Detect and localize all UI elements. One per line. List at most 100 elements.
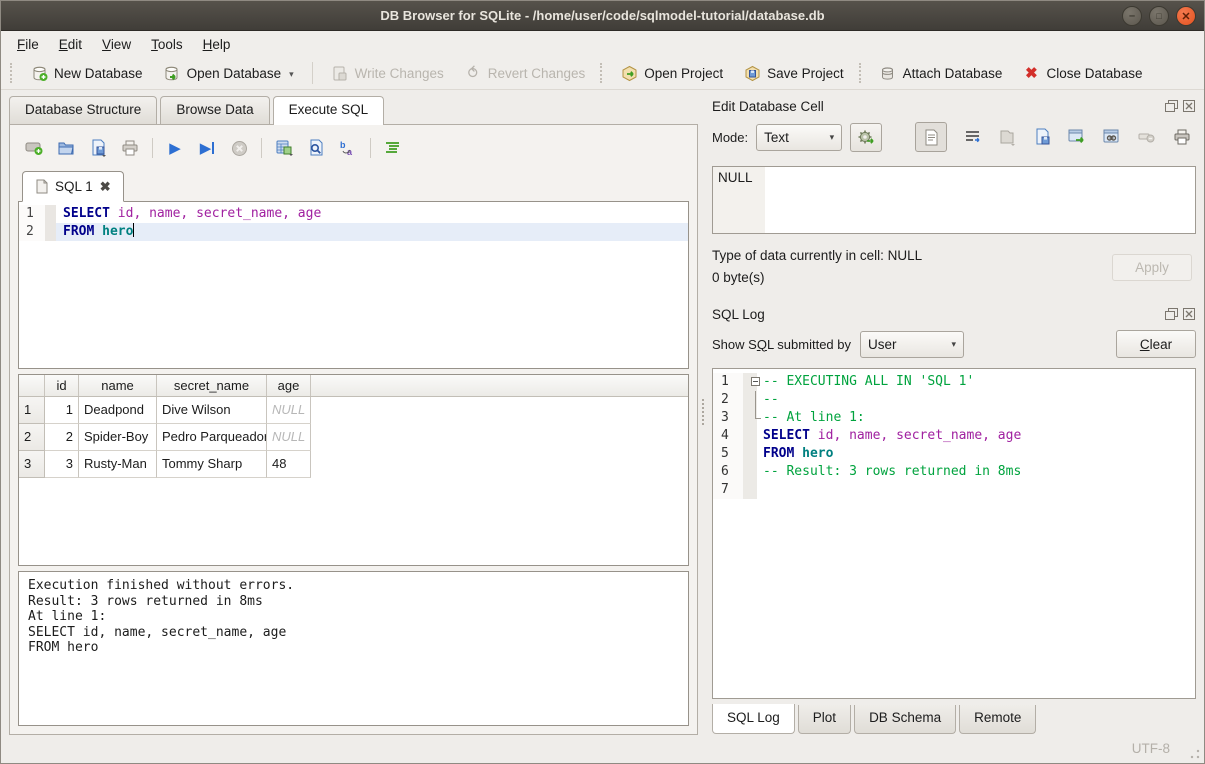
cell-secret-name[interactable]: Tommy Sharp [157, 451, 267, 478]
mode-select[interactable]: Text ▾ [756, 124, 842, 151]
menu-help[interactable]: Help [193, 34, 241, 55]
maximize-button[interactable]: □ [1149, 6, 1169, 26]
cell-age[interactable]: NULL [267, 424, 311, 451]
app-window: { "window": { "title": "DB Browser for S… [0, 0, 1205, 764]
clear-log-button[interactable]: Clear [1116, 330, 1196, 358]
header-name[interactable]: name [79, 375, 157, 396]
toolbar-drag-handle[interactable] [600, 63, 605, 83]
cell-secret-name[interactable]: Pedro Parqueador [157, 424, 267, 451]
print-sql-icon[interactable] [120, 138, 140, 158]
line-number: 2 [19, 223, 45, 241]
corner-header-cell[interactable] [19, 375, 45, 396]
row-number[interactable]: 3 [19, 451, 45, 478]
close-button[interactable]: ✕ [1176, 6, 1196, 26]
row-number[interactable]: 1 [19, 397, 45, 424]
project-open-icon [620, 64, 638, 82]
tab-remote[interactable]: Remote [959, 705, 1036, 734]
menubar: File Edit View Tools Help [1, 31, 1204, 57]
editor-line-current: 2 FROM hero [19, 223, 688, 241]
auto-apply-button[interactable] [850, 123, 882, 152]
execute-all-icon[interactable]: ▶ [165, 138, 185, 158]
find-icon[interactable] [306, 138, 326, 158]
cell-id[interactable]: 1 [45, 397, 79, 424]
left-pane: Database Structure Browse Data Execute S… [1, 90, 698, 734]
splitter-handle-icon [702, 399, 705, 425]
header-id[interactable]: id [45, 375, 79, 396]
format-sql-icon[interactable] [383, 138, 403, 158]
sql-document-icon [35, 179, 48, 194]
float-panel-icon[interactable] [1164, 308, 1178, 321]
main-toolbar: New Database Open Database ▾ Write Chang… [1, 57, 1204, 90]
tab-plot[interactable]: Plot [798, 705, 851, 734]
tab-browse-data[interactable]: Browse Data [160, 96, 269, 124]
close-sql-tab-icon[interactable]: ✖ [100, 179, 111, 195]
header-secret-name[interactable]: secret_name [157, 375, 267, 396]
word-wrap-icon[interactable] [962, 127, 982, 147]
close-panel-icon[interactable] [1182, 100, 1196, 113]
cell-value-editor[interactable]: NULL [712, 166, 1196, 234]
cell-id[interactable]: 2 [45, 424, 79, 451]
tab-database-structure[interactable]: Database Structure [9, 96, 157, 124]
line-number: 5 [713, 445, 743, 463]
menu-edit[interactable]: Edit [49, 34, 92, 55]
cell-name[interactable]: Deadpond [79, 397, 157, 424]
execution-message[interactable]: Execution finished without errors. Resul… [18, 571, 689, 726]
cell-name[interactable]: Spider-Boy [79, 424, 157, 451]
header-age[interactable]: age [267, 375, 311, 396]
fold-marker-icon[interactable] [751, 377, 760, 386]
save-sql-file-icon[interactable] [88, 138, 108, 158]
line-number: 2 [713, 391, 743, 409]
tab-db-schema[interactable]: DB Schema [854, 705, 956, 734]
dock-title-text: Edit Database Cell [712, 99, 824, 114]
attach-database-button[interactable]: Attach Database [869, 60, 1013, 86]
cell-id[interactable]: 3 [45, 451, 79, 478]
bottom-tabbar: SQL Log Plot DB Schema Remote [712, 705, 1196, 734]
dropdown-caret-icon[interactable]: ▾ [289, 69, 294, 82]
open-in-external-icon[interactable] [1067, 127, 1087, 147]
execute-current-line-icon[interactable]: ▶ [197, 138, 217, 158]
save-project-button[interactable]: Save Project [733, 60, 854, 86]
open-sql-file-icon[interactable] [56, 138, 76, 158]
cell-secret-name[interactable]: Dive Wilson [157, 397, 267, 424]
sql-editor-toolbar: ▶ ▶ ba [18, 133, 689, 163]
sql-editor[interactable]: 1 SELECT id, name, secret_name, age 2 FR… [18, 202, 689, 369]
new-database-button[interactable]: New Database [20, 60, 153, 86]
open-database-button[interactable]: Open Database ▾ [153, 60, 304, 86]
open-project-button[interactable]: Open Project [610, 60, 733, 86]
database-attach-icon [879, 64, 897, 82]
menu-view[interactable]: View [92, 34, 141, 55]
replace-icon[interactable]: ba [338, 138, 358, 158]
toolbar-drag-handle[interactable] [10, 63, 15, 83]
cell-age[interactable]: NULL [267, 397, 311, 424]
cell-name[interactable]: Rusty-Man [79, 451, 157, 478]
tab-sql-log[interactable]: SQL Log [712, 704, 795, 734]
menu-file[interactable]: File [7, 34, 49, 55]
sql-log-view[interactable]: 1 -- EXECUTING ALL IN 'SQL 1' 2 -- 3 -- … [712, 368, 1196, 699]
text-document-icon [924, 129, 939, 146]
fold-margin [45, 223, 56, 241]
cell-age[interactable]: 48 [267, 451, 311, 478]
print-cell-icon[interactable] [1172, 127, 1192, 147]
row-number[interactable]: 2 [19, 424, 45, 451]
encoding-indicator[interactable]: UTF-8 [1132, 741, 1170, 756]
float-panel-icon[interactable] [1164, 100, 1178, 113]
toolbar-separator [370, 138, 371, 158]
toolbar-drag-handle[interactable] [859, 63, 864, 83]
cell-size-info: 0 byte(s) [712, 270, 1112, 285]
new-sql-tab-icon[interactable] [24, 138, 44, 158]
sql-tab-1[interactable]: SQL 1 ✖ [22, 171, 124, 202]
text-mode-button[interactable] [915, 122, 947, 152]
minimize-button[interactable]: – [1122, 6, 1142, 26]
copy-link-icon[interactable] [1102, 127, 1122, 147]
submitted-by-select[interactable]: User ▾ [860, 331, 964, 358]
close-database-button[interactable]: ✖ Close Database [1012, 60, 1152, 86]
line-number: 6 [713, 463, 743, 481]
close-panel-icon[interactable] [1182, 308, 1196, 321]
line-number: 4 [713, 427, 743, 445]
resize-grip-icon[interactable] [1190, 749, 1200, 759]
tab-execute-sql[interactable]: Execute SQL [273, 96, 385, 125]
menu-tools[interactable]: Tools [141, 34, 193, 55]
pane-splitter[interactable] [698, 90, 708, 734]
export-results-icon[interactable] [274, 138, 294, 158]
export-to-file-icon[interactable] [1032, 127, 1052, 147]
